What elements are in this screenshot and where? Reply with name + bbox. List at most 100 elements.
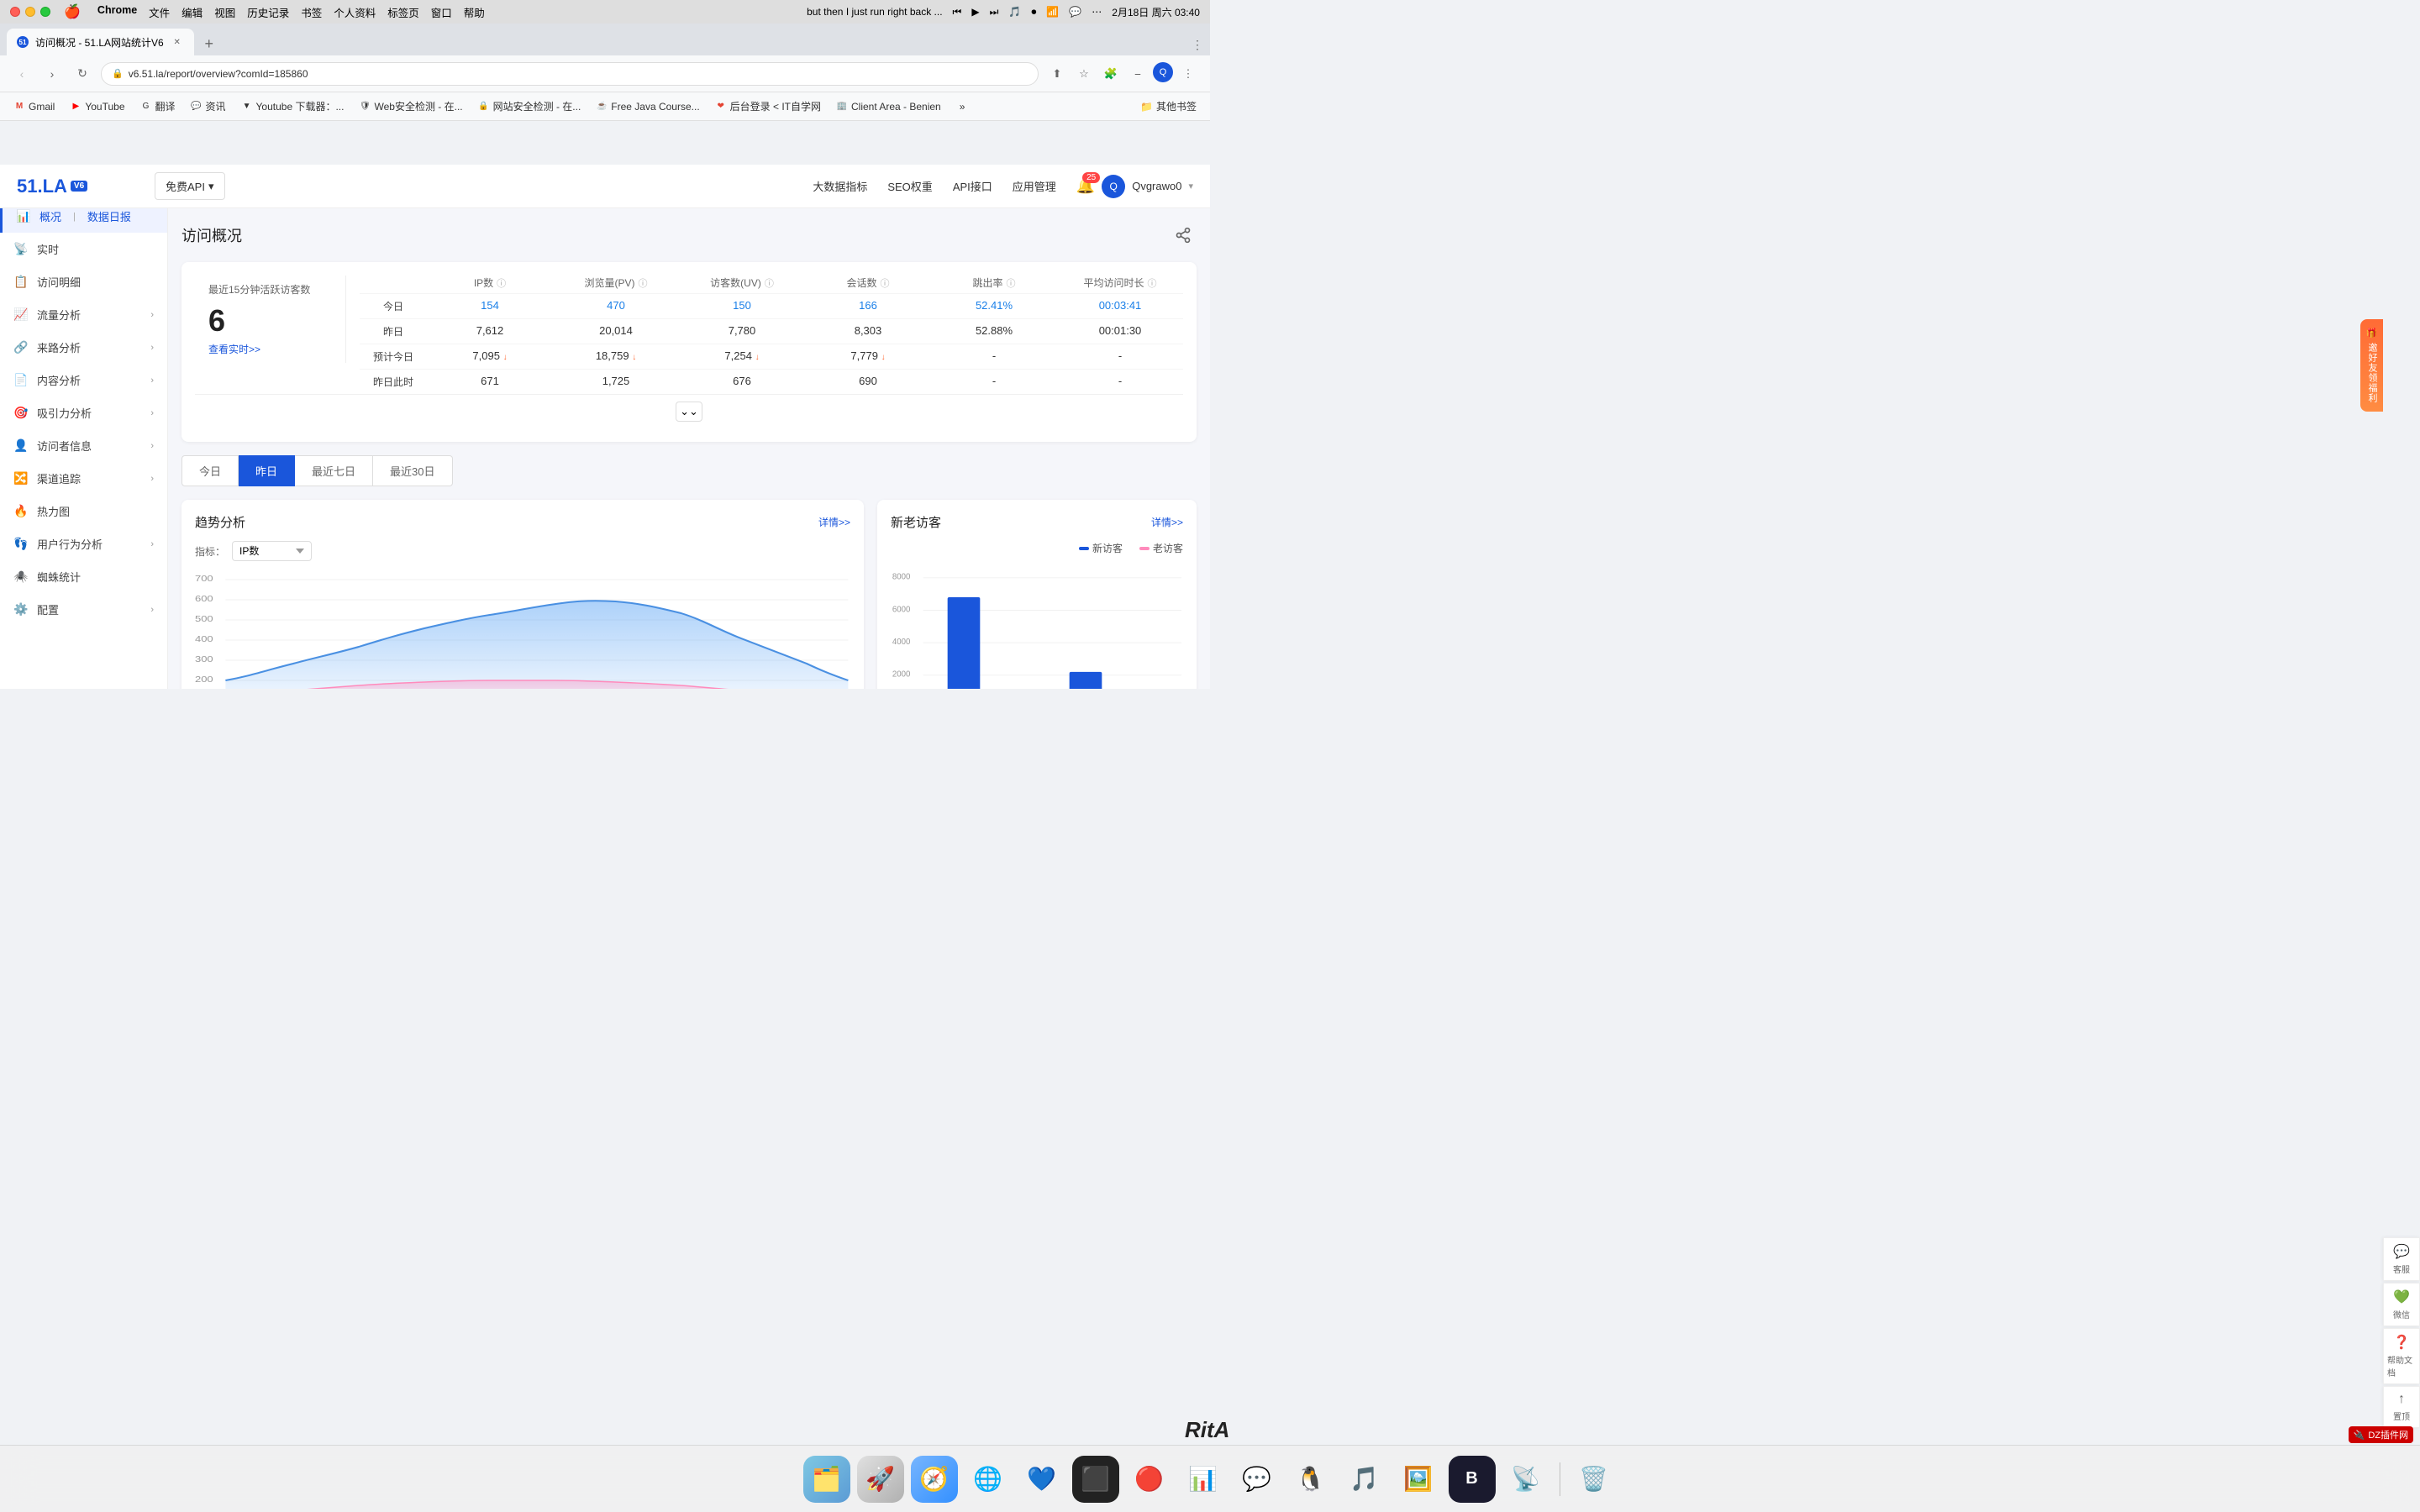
trend-detail-link[interactable]: 详情>> bbox=[818, 515, 850, 529]
share-button[interactable] bbox=[1170, 222, 1197, 249]
dock-chrome[interactable]: 🌐 bbox=[965, 1456, 1012, 1503]
address-input[interactable]: 🔒 v6.51.la/report/overview?comId=185860 bbox=[101, 62, 1039, 86]
profile-button[interactable]: Q bbox=[1153, 62, 1173, 82]
back-to-top-button[interactable]: ↑ 置顶 bbox=[2383, 1386, 2420, 1428]
sidebar-item-spider[interactable]: 🕷️ 蜘蛛统计 bbox=[0, 560, 167, 593]
dock-bbedit[interactable]: B bbox=[1449, 1456, 1496, 1503]
share-page-button[interactable]: ⬆ bbox=[1045, 62, 1069, 86]
dock-stats[interactable]: 📊 bbox=[1180, 1456, 1227, 1503]
bookmark-gmail[interactable]: M Gmail bbox=[7, 97, 61, 116]
dock-vscode[interactable]: 💙 bbox=[1018, 1456, 1065, 1503]
nav-big-data[interactable]: 大数据指标 bbox=[813, 178, 867, 194]
sidebar-toggle[interactable]: ⎯ bbox=[1126, 62, 1150, 86]
media-prev[interactable]: ⏮ bbox=[953, 6, 962, 18]
uv-info-icon[interactable]: ⓘ bbox=[765, 276, 774, 290]
sidebar-item-source[interactable]: 🔗 来路分析 › bbox=[0, 331, 167, 364]
menu-view[interactable]: 视图 bbox=[214, 4, 235, 20]
screen-record[interactable]: ⏺ bbox=[1031, 6, 1036, 18]
maximize-button[interactable] bbox=[40, 7, 50, 17]
dock-baidu[interactable]: 🔴 bbox=[1126, 1456, 1173, 1503]
tab-today[interactable]: 今日 bbox=[182, 455, 239, 486]
new-visitor-detail-link[interactable]: 详情>> bbox=[1151, 515, 1183, 529]
menu-tabs[interactable]: 标签页 bbox=[387, 4, 419, 20]
menu-edit[interactable]: 编辑 bbox=[182, 4, 203, 20]
bookmark-java[interactable]: ☕ Free Java Course... bbox=[589, 97, 706, 116]
nav-api[interactable]: API接口 bbox=[953, 178, 992, 194]
sidebar-item-behavior[interactable]: 👣 用户行为分析 › bbox=[0, 528, 167, 560]
wifi-icon[interactable]: 📶 bbox=[1046, 6, 1059, 18]
menu-chrome[interactable]: Chrome bbox=[97, 4, 137, 20]
menu-help[interactable]: 帮助 bbox=[464, 4, 485, 20]
tab-yesterday[interactable]: 昨日 bbox=[239, 455, 295, 486]
ip-info-icon[interactable]: ⓘ bbox=[497, 276, 506, 290]
close-button[interactable] bbox=[10, 7, 20, 17]
minimize-button[interactable] bbox=[25, 7, 35, 17]
menu-history[interactable]: 历史记录 bbox=[247, 4, 289, 20]
dock-netease[interactable]: 🎵 bbox=[1341, 1456, 1388, 1503]
tabs-menu-icon[interactable]: ⋮ bbox=[1192, 38, 1203, 52]
dz-plugin-badge[interactable]: 🔌 DZ插件网 bbox=[2349, 1426, 2413, 1443]
dock-wechat[interactable]: 💬 bbox=[1234, 1456, 1281, 1503]
pv-info-icon[interactable]: ⓘ bbox=[639, 276, 648, 290]
extension-puzzle-icon[interactable]: 🧩 bbox=[1099, 62, 1123, 86]
dock-trash[interactable]: 🗑️ bbox=[1570, 1456, 1618, 1503]
nav-seo[interactable]: SEO权重 bbox=[887, 178, 932, 194]
other-bookmarks-folder[interactable]: 📁 其他书签 bbox=[1134, 96, 1203, 117]
help-doc-button[interactable]: ❓ 帮助文档 bbox=[2383, 1328, 2420, 1384]
dock-launchpad[interactable]: 🚀 bbox=[857, 1456, 904, 1503]
active-tab[interactable]: 51 访问概况 - 51.LA网站统计V6 ✕ bbox=[7, 29, 194, 55]
sidebar-item-channel[interactable]: 🔀 渠道追踪 › bbox=[0, 462, 167, 495]
chrome-menu-button[interactable]: ⋮ bbox=[1176, 62, 1200, 86]
tab-last7[interactable]: 最近七日 bbox=[295, 455, 373, 486]
traffic-lights[interactable] bbox=[10, 7, 50, 17]
dock-preview[interactable]: 🖼️ bbox=[1395, 1456, 1442, 1503]
tab-last30[interactable]: 最近30日 bbox=[373, 455, 452, 486]
media-next[interactable]: ⏭ bbox=[990, 6, 999, 18]
sidebar-item-traffic[interactable]: 📈 流量分析 › bbox=[0, 298, 167, 331]
bookmark-ytdl[interactable]: ▼ Youtube 下载器：... bbox=[234, 96, 351, 117]
sidebar-item-heatmap[interactable]: 🔥 热力图 bbox=[0, 495, 167, 528]
dock-teleport[interactable]: 📡 bbox=[1502, 1456, 1549, 1503]
new-tab-button[interactable]: + bbox=[197, 32, 221, 55]
nav-apps[interactable]: 应用管理 bbox=[1013, 178, 1056, 194]
reload-button[interactable]: ↻ bbox=[71, 62, 94, 86]
apple-menu[interactable]: 🍎 bbox=[64, 3, 81, 20]
dock-terminal[interactable]: ⬛ bbox=[1072, 1456, 1119, 1503]
free-api-button[interactable]: 免费API ▾ bbox=[155, 172, 225, 200]
collapse-button[interactable]: ⌄⌄ bbox=[676, 402, 702, 422]
notification-button[interactable]: 🔔 25 bbox=[1076, 177, 1095, 195]
more-menu[interactable]: ⋯ bbox=[1092, 6, 1102, 18]
bounce-info-icon[interactable]: ⓘ bbox=[1007, 276, 1016, 290]
bookmark-page-button[interactable]: ☆ bbox=[1072, 62, 1096, 86]
bookmark-news[interactable]: 💬 资讯 bbox=[184, 96, 233, 117]
dock-safari[interactable]: 🧭 bbox=[911, 1456, 958, 1503]
customer-service-button[interactable]: 💬 客服 bbox=[2383, 1237, 2420, 1281]
bookmarks-more[interactable]: » bbox=[953, 97, 972, 116]
bookmark-client[interactable]: 🏢 Client Area - Benien bbox=[829, 97, 948, 116]
invite-badge[interactable]: 🎁 邀好友领福利 bbox=[2360, 319, 2383, 412]
sidebar-item-content[interactable]: 📄 内容分析 › bbox=[0, 364, 167, 396]
dock-finder[interactable]: 🗂️ bbox=[803, 1456, 850, 1503]
daily-report-link[interactable]: 数据日报 bbox=[87, 208, 131, 224]
tab-close-button[interactable]: ✕ bbox=[171, 35, 184, 49]
bookmark-websec2[interactable]: 🔒 网站安全检测 - 在... bbox=[471, 96, 588, 117]
menu-bookmarks[interactable]: 书签 bbox=[301, 4, 322, 20]
sidebar-item-attraction[interactable]: 🎯 吸引力分析 › bbox=[0, 396, 167, 429]
realtime-view-link[interactable]: 查看实时>> bbox=[208, 342, 332, 356]
wechat-contact-button[interactable]: 💚 微信 bbox=[2383, 1283, 2420, 1326]
bookmark-backend[interactable]: ❤ 后台登录 < IT自学网 bbox=[708, 96, 828, 117]
sidebar-item-config[interactable]: ⚙️ 配置 › bbox=[0, 593, 167, 626]
dock-qq[interactable]: 🐧 bbox=[1287, 1456, 1334, 1503]
bookmark-youtube[interactable]: ▶ YouTube bbox=[63, 97, 131, 116]
bookmark-translate[interactable]: G 翻译 bbox=[134, 96, 182, 117]
menu-file[interactable]: 文件 bbox=[149, 4, 170, 20]
sidebar-item-visitor-info[interactable]: 👤 访问者信息 › bbox=[0, 429, 167, 462]
metric-select[interactable]: IP数 浏览量(PV) 访客数(UV) bbox=[232, 541, 312, 561]
media-play[interactable]: ▶ bbox=[971, 6, 979, 18]
bookmark-websec1[interactable]: 🛡 Web安全检测 - 在... bbox=[352, 96, 469, 117]
duration-info-icon[interactable]: ⓘ bbox=[1148, 276, 1157, 290]
forward-button[interactable]: › bbox=[40, 62, 64, 86]
sidebar-item-realtime[interactable]: 📡 实时 bbox=[0, 233, 167, 265]
menu-window[interactable]: 窗口 bbox=[431, 4, 452, 20]
back-button[interactable]: ‹ bbox=[10, 62, 34, 86]
